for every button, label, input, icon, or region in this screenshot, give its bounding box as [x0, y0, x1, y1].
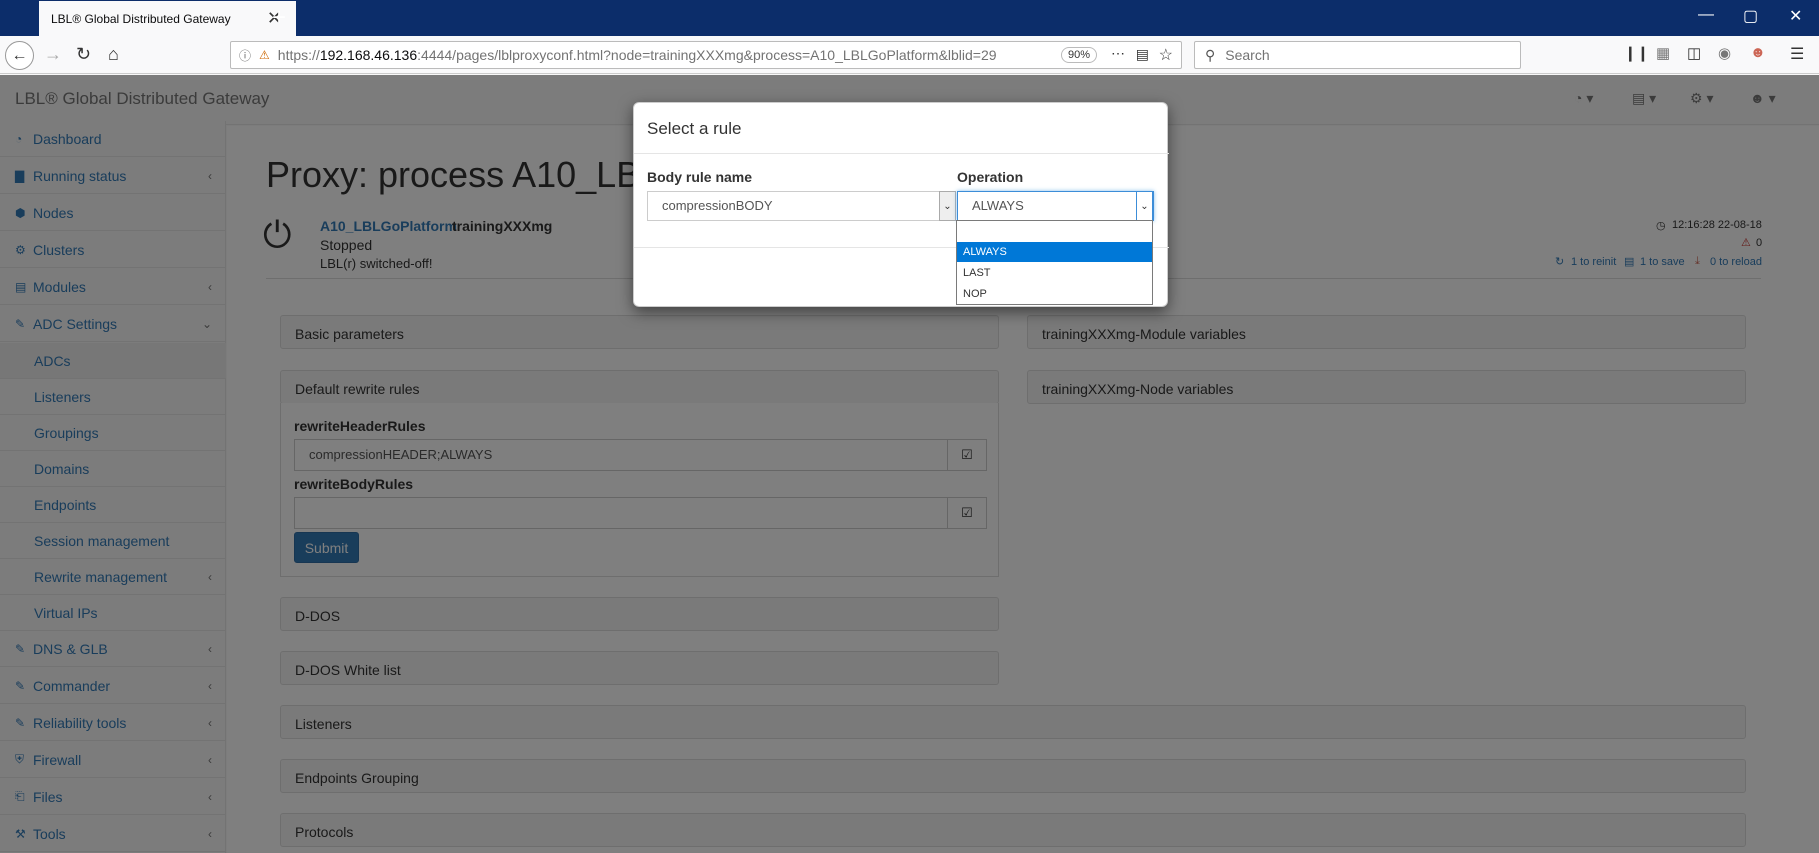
- library-icon[interactable]: ❙❙: [1624, 44, 1649, 62]
- back-arrow-icon[interactable]: ←: [5, 41, 34, 70]
- dropdown-option[interactable]: ALWAYS: [957, 242, 1152, 262]
- url-bar[interactable]: ⓘ ⚠ https://192.168.46.136:4444/pages/lb…: [230, 41, 1182, 69]
- minimize-icon[interactable]: —: [1698, 6, 1714, 24]
- extension-icon[interactable]: ◉: [1718, 44, 1731, 62]
- zoom-badge[interactable]: 90%: [1060, 47, 1097, 63]
- window-close-icon[interactable]: ✕: [1789, 6, 1802, 26]
- body-rule-name-select[interactable]: compressionBODY: [647, 191, 942, 221]
- bookmark-star-icon[interactable]: ☆: [1159, 45, 1173, 65]
- info-icon[interactable]: ⓘ: [239, 47, 251, 64]
- modal-divider: [634, 153, 1169, 154]
- operation-label: Operation: [957, 169, 1024, 185]
- operation-dropdown-list: ALWAYS LAST NOP: [956, 220, 1153, 305]
- new-tab-icon[interactable]: +: [272, 4, 286, 32]
- home-icon[interactable]: ⌂: [108, 44, 119, 65]
- profile-icon[interactable]: ☻: [1750, 44, 1766, 61]
- forward-arrow-icon[interactable]: →: [44, 44, 62, 65]
- reader-icon[interactable]: ▦: [1656, 44, 1670, 62]
- browser-navbar: ← → ↻ ⌂ ⓘ ⚠ https://192.168.46.136:4444/…: [0, 36, 1819, 74]
- operation-select[interactable]: ALWAYS: [957, 191, 1154, 221]
- body-rule-name-label: Body rule name: [647, 169, 753, 185]
- url-prefix: https://: [277, 47, 320, 63]
- tab-title: LBL® Global Distributed Gateway: [51, 11, 231, 26]
- dropdown-option[interactable]: LAST: [957, 263, 1152, 283]
- sidebar-toggle-icon[interactable]: ◫: [1687, 44, 1701, 62]
- chevron-down-icon[interactable]: ⌄: [939, 191, 956, 221]
- browser-tab[interactable]: LBL® Global Distributed Gateway ✕: [39, 1, 296, 36]
- chevron-down-icon[interactable]: ⌄: [1136, 191, 1153, 221]
- url-host: 192.168.46.136: [319, 47, 418, 63]
- modal-title: Select a rule: [647, 119, 742, 138]
- pocket-icon[interactable]: ▤: [1136, 46, 1149, 63]
- maximize-icon[interactable]: ▢: [1743, 6, 1758, 26]
- search-bar[interactable]: ⚲ Search: [1194, 41, 1521, 69]
- search-icon: ⚲: [1205, 46, 1216, 63]
- dropdown-option[interactable]: NOP: [957, 284, 1152, 304]
- page-actions-icon[interactable]: ⋯: [1111, 45, 1125, 62]
- browser-titlebar: LBL® Global Distributed Gateway ✕ + — ▢ …: [0, 0, 1819, 36]
- search-placeholder: Search: [1225, 47, 1270, 63]
- reload-icon[interactable]: ↻: [76, 44, 91, 65]
- url-rest: :4444/pages/lblproxyconf.html?node=train…: [417, 47, 997, 63]
- menu-icon[interactable]: ☰: [1790, 44, 1804, 64]
- lock-warning-icon[interactable]: ⚠: [259, 48, 270, 62]
